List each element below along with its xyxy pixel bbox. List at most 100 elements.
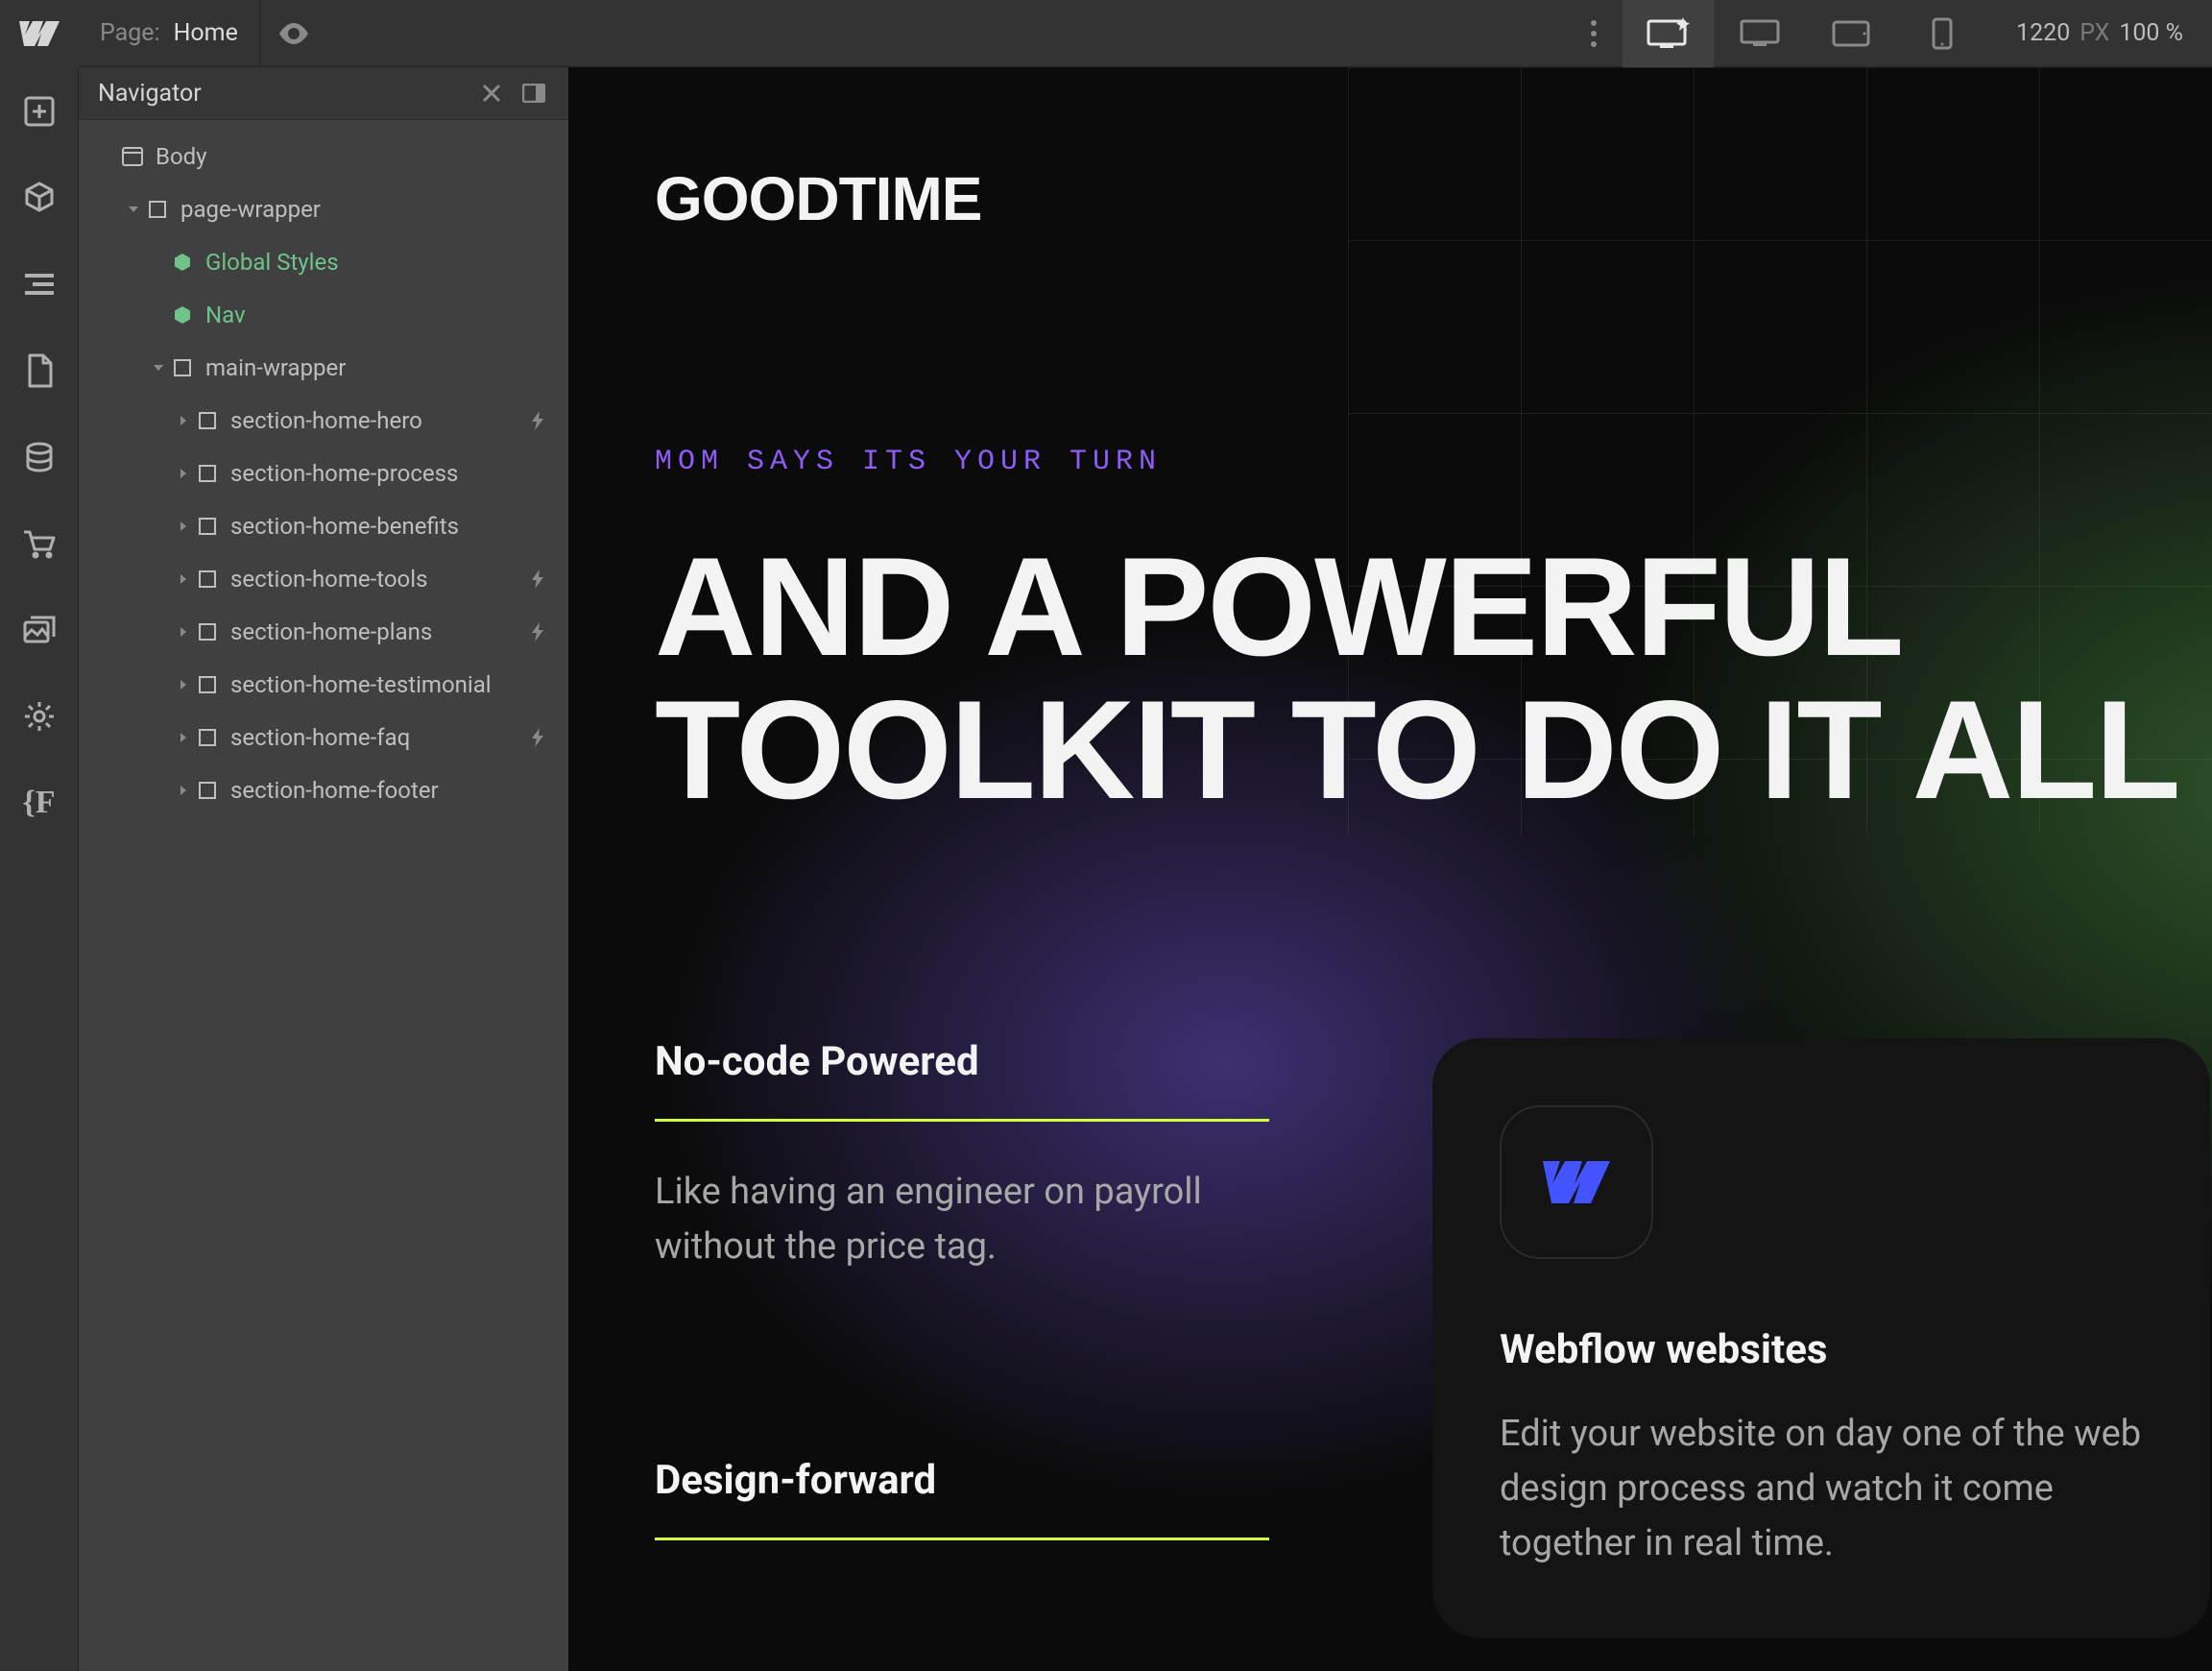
navigator-tree: Body page-wrapper Global Styles Nav main-wra… (79, 120, 568, 826)
dock-panel-button[interactable] (518, 78, 549, 109)
box-icon (169, 358, 196, 377)
toggle-arrow-icon[interactable] (173, 626, 194, 638)
variables-icon: {F (22, 785, 55, 821)
box-icon (194, 622, 221, 642)
breakpoint-desktop-base[interactable] (1623, 0, 1714, 67)
plus-icon (24, 96, 55, 127)
tree-item-label: page-wrapper (180, 196, 526, 223)
breakpoint-tablet[interactable] (1805, 0, 1896, 67)
mobile-icon (1932, 17, 1953, 50)
tree-item[interactable]: section-home-testimonial (79, 658, 568, 711)
toggle-arrow-icon[interactable] (173, 573, 194, 585)
database-icon (24, 442, 55, 472)
brand-logo: GOODTIME (655, 163, 2212, 234)
toggle-arrow-icon[interactable] (173, 468, 194, 479)
box-icon (194, 728, 221, 747)
toggle-arrow-icon[interactable] (123, 204, 144, 215)
feature-title-1: No-code Powered (655, 1038, 1269, 1085)
tree-item-label: section-home-tools (230, 566, 526, 593)
tree-item[interactable]: Global Styles (79, 235, 568, 288)
canvas-size-display: 1220 PX 100 % (1987, 19, 2212, 47)
headline: AND A POWERFUL TOOLKIT TO DO IT ALL (655, 536, 2212, 822)
tree-item[interactable]: main-wrapper (79, 341, 568, 394)
box-icon (194, 517, 221, 536)
tree-item-label: section-home-footer (230, 777, 526, 804)
tree-item[interactable]: section-home-footer (79, 763, 568, 816)
tree-item-label: main-wrapper (205, 354, 526, 381)
canvas-width[interactable]: 1220 (2016, 19, 2070, 47)
navigator-panel: Navigator Body page-wrapper Global Styles N… (79, 67, 568, 1671)
zoom-level[interactable]: 100 % (2119, 19, 2183, 47)
headline-line-2: TOOLKIT TO DO IT ALL (655, 679, 2212, 822)
box-icon (194, 411, 221, 430)
box-icon (144, 200, 171, 219)
tablet-landscape-icon (1832, 20, 1870, 47)
navigator-title: Navigator (98, 80, 465, 108)
ecommerce-button[interactable] (20, 524, 59, 563)
toggle-arrow-icon[interactable] (173, 679, 194, 690)
tree-item[interactable]: section-home-benefits (79, 499, 568, 552)
dots-vertical-icon (1590, 19, 1598, 48)
close-panel-button[interactable] (476, 78, 507, 109)
box-icon (194, 464, 221, 483)
navigator-button[interactable] (20, 265, 59, 303)
webflow-card: Webflow websites Edit your website on da… (1432, 1038, 2210, 1638)
tree-item-label: Nav (205, 302, 526, 328)
toggle-arrow-icon[interactable] (173, 415, 194, 426)
eyebrow-text: MOM SAYS ITS YOUR TURN (655, 446, 2212, 478)
components-button[interactable] (20, 179, 59, 217)
breakpoint-mobile[interactable] (1896, 0, 1987, 67)
headline-line-1: AND A POWERFUL (655, 536, 2212, 679)
tree-item[interactable]: Body (79, 130, 568, 182)
page-content: GOODTIME MOM SAYS ITS YOUR TURN AND A PO… (568, 67, 2212, 1638)
card-icon-frame (1500, 1105, 1653, 1259)
webflow-logo-icon (19, 21, 60, 46)
assets-button[interactable] (20, 611, 59, 649)
tree-item[interactable]: section-home-tools (79, 552, 568, 605)
divider-line (655, 1538, 1269, 1540)
feature-column: No-code Powered Like having an engineer … (655, 1038, 1269, 1638)
box-icon (194, 569, 221, 589)
tree-item[interactable]: Nav (79, 288, 568, 341)
cms-button[interactable] (20, 438, 59, 476)
desktop-star-icon (1647, 17, 1691, 50)
tree-item[interactable]: page-wrapper (79, 182, 568, 235)
toggle-arrow-icon[interactable] (173, 521, 194, 532)
symbol-icon (169, 252, 196, 273)
settings-button[interactable] (20, 697, 59, 736)
tree-item[interactable]: section-home-faq (79, 711, 568, 763)
tree-item-label: section-home-plans (230, 618, 526, 645)
variables-button[interactable]: {F (20, 784, 59, 822)
card-title: Webflow websites (1500, 1326, 2143, 1373)
canvas[interactable]: GOODTIME MOM SAYS ITS YOUR TURN AND A PO… (568, 67, 2212, 1671)
card-text: Edit your website on day one of the web … (1500, 1407, 2143, 1571)
tree-item[interactable]: section-home-plans (79, 605, 568, 658)
tree-item[interactable]: section-home-process (79, 447, 568, 499)
divider-line (655, 1119, 1269, 1122)
page-name: Home (174, 19, 238, 47)
page-icon (26, 353, 53, 388)
tree-item-label: section-home-faq (230, 724, 526, 751)
page-label: Page: (100, 19, 160, 47)
symbol-icon (169, 304, 196, 326)
pages-button[interactable] (20, 351, 59, 390)
topbar: Page: Home 1220 PX 100 % (0, 0, 2212, 67)
toggle-arrow-icon[interactable] (173, 785, 194, 796)
tree-item-label: section-home-benefits (230, 513, 526, 540)
webflow-logo[interactable] (0, 0, 79, 67)
cart-icon (22, 528, 57, 559)
breakpoint-desktop[interactable] (1714, 0, 1805, 67)
cube-icon (23, 182, 56, 214)
image-stack-icon (23, 616, 56, 644)
more-menu[interactable] (1565, 0, 1623, 67)
interaction-bolt-icon (526, 569, 551, 589)
box-icon (194, 675, 221, 694)
page-selector[interactable]: Page: Home (79, 0, 260, 66)
tree-item-label: section-home-process (230, 460, 526, 487)
interaction-bolt-icon (526, 622, 551, 642)
preview-toggle[interactable] (260, 0, 327, 67)
tree-item[interactable]: section-home-hero (79, 394, 568, 447)
toggle-arrow-icon[interactable] (173, 732, 194, 743)
toggle-arrow-icon[interactable] (148, 362, 169, 374)
add-element-button[interactable] (20, 92, 59, 131)
